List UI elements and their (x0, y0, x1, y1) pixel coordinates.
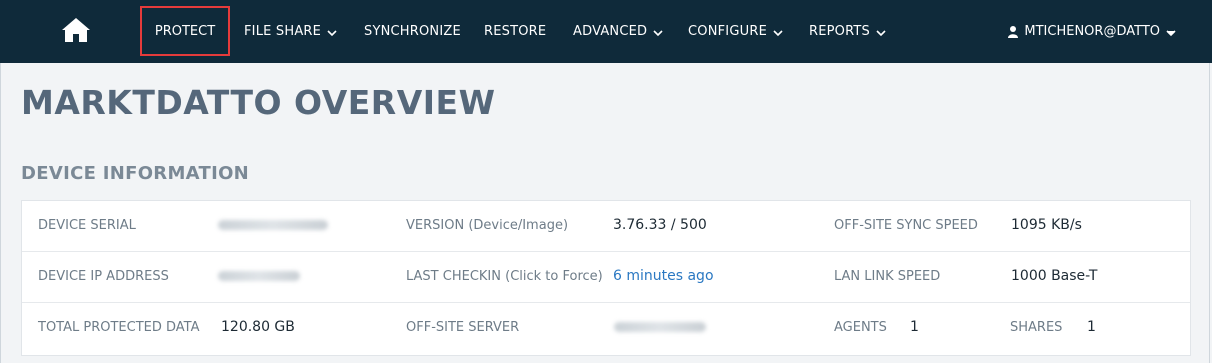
page-title: MARKTDATTO OVERVIEW (21, 83, 496, 122)
user-name: MTICHENOR@DATTO (1024, 24, 1160, 39)
table-row: TOTAL PROTECTED DATA 120.80 GB OFF-SITE … (22, 303, 1190, 354)
nav-file-share[interactable]: FILE SHARE (244, 0, 337, 63)
chevron-down-icon (773, 27, 783, 37)
offsite-server-label: OFF-SITE SERVER (406, 320, 520, 335)
chevron-down-icon (327, 27, 337, 37)
shares-label: SHARES (1010, 320, 1063, 335)
protected-data-label: TOTAL PROTECTED DATA (38, 320, 200, 335)
top-navigation-bar: PROTECT FILE SHARE SYNCHRONIZE RESTORE A… (0, 0, 1212, 63)
nav-synchronize-label: SYNCHRONIZE (364, 24, 461, 39)
lan-speed-value: 1000 Base-T (1011, 268, 1098, 284)
home-icon (62, 18, 90, 42)
sync-speed-label: OFF-SITE SYNC SPEED (834, 218, 978, 233)
sync-speed-value: 1095 KB/s (1011, 217, 1082, 233)
agents-label: AGENTS (834, 320, 887, 335)
main-content: MARKTDATTO OVERVIEW DEVICE INFORMATION D… (0, 63, 1210, 363)
nav-protect[interactable]: PROTECT (140, 6, 230, 56)
last-checkin-label: LAST CHECKIN (Click to Force) (406, 269, 603, 284)
protected-data-value: 120.80 GB (221, 319, 295, 335)
nav-advanced-label: ADVANCED (573, 24, 648, 39)
nav-advanced[interactable]: ADVANCED (573, 0, 663, 63)
chevron-down-icon (876, 27, 886, 37)
section-title: DEVICE INFORMATION (21, 163, 250, 184)
nav-configure[interactable]: CONFIGURE (688, 0, 783, 63)
device-ip-label: DEVICE IP ADDRESS (38, 269, 169, 284)
user-menu[interactable]: MTICHENOR@DATTO (1008, 0, 1176, 63)
home-button[interactable] (61, 17, 91, 43)
version-label: VERSION (Device/Image) (406, 218, 569, 233)
table-row: DEVICE IP ADDRESS LAST CHECKIN (Click to… (22, 252, 1190, 303)
device-serial-value-redacted (218, 220, 328, 230)
version-value: 3.76.33 / 500 (613, 217, 707, 233)
shares-value: 1 (1087, 319, 1096, 335)
offsite-server-value-redacted (614, 322, 706, 332)
nav-restore[interactable]: RESTORE (484, 0, 546, 63)
device-serial-label: DEVICE SERIAL (38, 218, 136, 233)
nav-synchronize[interactable]: SYNCHRONIZE (364, 0, 461, 63)
chevron-down-icon (1166, 27, 1176, 37)
nav-restore-label: RESTORE (484, 24, 547, 39)
chevron-down-icon (653, 27, 663, 37)
last-checkin-link[interactable]: 6 minutes ago (613, 268, 714, 284)
table-row: DEVICE SERIAL VERSION (Device/Image) 3.7… (22, 201, 1190, 252)
nav-reports-label: REPORTS (809, 24, 870, 39)
nav-reports[interactable]: REPORTS (809, 0, 886, 63)
nav-protect-label: PROTECT (154, 23, 216, 39)
device-info-card: DEVICE SERIAL VERSION (Device/Image) 3.7… (21, 200, 1191, 356)
nav-file-share-label: FILE SHARE (244, 24, 322, 39)
user-icon (1008, 25, 1019, 38)
agents-value: 1 (910, 319, 919, 335)
nav-configure-label: CONFIGURE (688, 24, 767, 39)
device-ip-value-redacted (218, 271, 300, 281)
lan-speed-label: LAN LINK SPEED (834, 269, 941, 284)
